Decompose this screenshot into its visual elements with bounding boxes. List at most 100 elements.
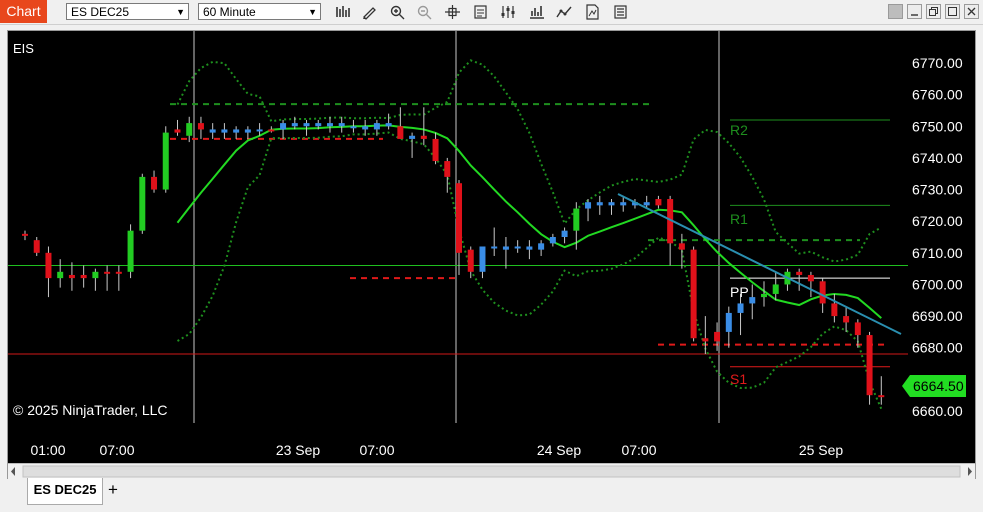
candle-body[interactable] xyxy=(139,176,146,231)
candle-body[interactable] xyxy=(444,161,451,177)
candle-body[interactable] xyxy=(714,331,721,342)
indicators-icon[interactable] xyxy=(556,4,573,20)
scroll-left-icon[interactable] xyxy=(11,467,15,476)
candle-body[interactable] xyxy=(45,252,52,279)
candle-body[interactable] xyxy=(643,202,650,206)
candle-body[interactable] xyxy=(725,312,732,332)
candle-body[interactable] xyxy=(373,123,380,130)
candle-body[interactable] xyxy=(843,316,850,323)
candle-body[interactable] xyxy=(456,183,463,253)
drawing-tool-icon[interactable] xyxy=(361,4,378,20)
maximize-button[interactable] xyxy=(945,4,960,19)
candle-body[interactable] xyxy=(127,230,134,272)
candle-body[interactable] xyxy=(409,135,416,139)
candle-body[interactable] xyxy=(209,129,216,133)
candle-body[interactable] xyxy=(772,284,779,294)
zoom-in-icon[interactable] xyxy=(389,4,406,20)
candle-body[interactable] xyxy=(115,271,122,274)
candle-body[interactable] xyxy=(702,338,709,342)
candle-body[interactable] xyxy=(467,249,474,272)
candle-body[interactable] xyxy=(162,132,169,190)
candle-body[interactable] xyxy=(326,123,333,127)
candle-body[interactable] xyxy=(104,271,111,274)
candle-body[interactable] xyxy=(33,240,40,253)
snap-button[interactable] xyxy=(888,4,903,19)
crosshair-icon[interactable] xyxy=(444,4,461,20)
candle-body[interactable] xyxy=(420,135,427,139)
candle-body[interactable] xyxy=(291,123,298,127)
candle-body[interactable] xyxy=(749,297,756,304)
instrument-select[interactable]: ES DEC25 ▼ xyxy=(66,3,189,20)
trendline-segment[interactable] xyxy=(617,193,902,335)
candle-body[interactable] xyxy=(197,123,204,130)
candle-body[interactable] xyxy=(479,246,486,272)
bar-style-icon[interactable] xyxy=(334,4,351,20)
candle-body[interactable] xyxy=(866,335,873,396)
scroll-thumb[interactable] xyxy=(22,465,961,478)
properties-icon[interactable] xyxy=(500,4,517,20)
candle-body[interactable] xyxy=(57,271,64,279)
minimize-button[interactable] xyxy=(907,4,922,19)
templates-icon[interactable] xyxy=(584,4,601,20)
candle-body[interactable] xyxy=(655,199,662,206)
candle-body[interactable] xyxy=(796,271,803,275)
price-chart[interactable]: 6770.00 6760.00 6750.00 6740.00 6730.00 6720.… xyxy=(8,31,975,463)
candle-body[interactable] xyxy=(819,281,826,304)
chart-title-tab[interactable]: Chart xyxy=(0,0,47,23)
candle-body[interactable] xyxy=(678,243,685,250)
candle-body[interactable] xyxy=(350,126,357,129)
add-tab-icon[interactable]: + xyxy=(104,481,122,499)
candle-body[interactable] xyxy=(244,129,251,133)
restore-button[interactable] xyxy=(926,4,941,19)
zoom-out-icon[interactable] xyxy=(416,4,433,20)
candle-body[interactable] xyxy=(68,274,75,279)
candle-body[interactable] xyxy=(737,303,744,313)
candle-body[interactable] xyxy=(233,129,240,133)
candle-body[interactable] xyxy=(807,274,814,282)
candle-body[interactable] xyxy=(151,176,158,190)
candle-body[interactable] xyxy=(690,249,697,339)
candle-body[interactable] xyxy=(608,202,615,206)
tab-bar xyxy=(0,480,983,512)
candle-body[interactable] xyxy=(338,123,345,127)
candle-body[interactable] xyxy=(561,230,568,237)
candle-body[interactable] xyxy=(620,202,627,206)
interval-select[interactable]: 60 Minute ▼ xyxy=(198,3,321,20)
candle-body[interactable] xyxy=(585,202,592,209)
candle-body[interactable] xyxy=(174,129,181,133)
candle-body[interactable] xyxy=(760,293,767,298)
tab-es-dec25[interactable]: ES DEC25 xyxy=(27,478,103,505)
candle-body[interactable] xyxy=(854,322,861,336)
candle-body[interactable] xyxy=(432,138,439,162)
candle-body[interactable] xyxy=(268,129,275,132)
candle-body[interactable] xyxy=(22,233,28,236)
more-icon[interactable] xyxy=(612,4,629,20)
candle-body[interactable] xyxy=(221,129,228,133)
candle-body[interactable] xyxy=(514,246,521,249)
candle-body[interactable] xyxy=(526,246,533,250)
data-box-icon[interactable] xyxy=(472,4,489,20)
scroll-right-icon[interactable] xyxy=(968,467,972,476)
candle-body[interactable] xyxy=(92,271,99,279)
candle-body[interactable] xyxy=(362,126,369,130)
candle-body[interactable] xyxy=(549,237,556,244)
horizontal-scrollbar[interactable] xyxy=(8,463,975,479)
candle-body[interactable] xyxy=(256,129,263,132)
candle-body[interactable] xyxy=(80,274,87,279)
candle-body[interactable] xyxy=(385,123,392,127)
candle-body[interactable] xyxy=(878,395,885,398)
candle-body[interactable] xyxy=(538,243,545,250)
candle-body[interactable] xyxy=(573,208,580,231)
close-button[interactable] xyxy=(964,4,979,19)
candle-body[interactable] xyxy=(280,123,287,130)
candle-body[interactable] xyxy=(315,123,322,127)
candle-body[interactable] xyxy=(397,126,404,139)
candle-body[interactable] xyxy=(186,123,193,136)
candle-body[interactable] xyxy=(502,246,509,250)
candle-body[interactable] xyxy=(831,303,838,317)
strategies-icon[interactable] xyxy=(528,4,545,20)
candle-body[interactable] xyxy=(596,202,603,206)
candle-body[interactable] xyxy=(303,123,310,127)
candle-body[interactable] xyxy=(491,246,498,249)
y-tick-label: 6710.00 xyxy=(912,245,963,261)
